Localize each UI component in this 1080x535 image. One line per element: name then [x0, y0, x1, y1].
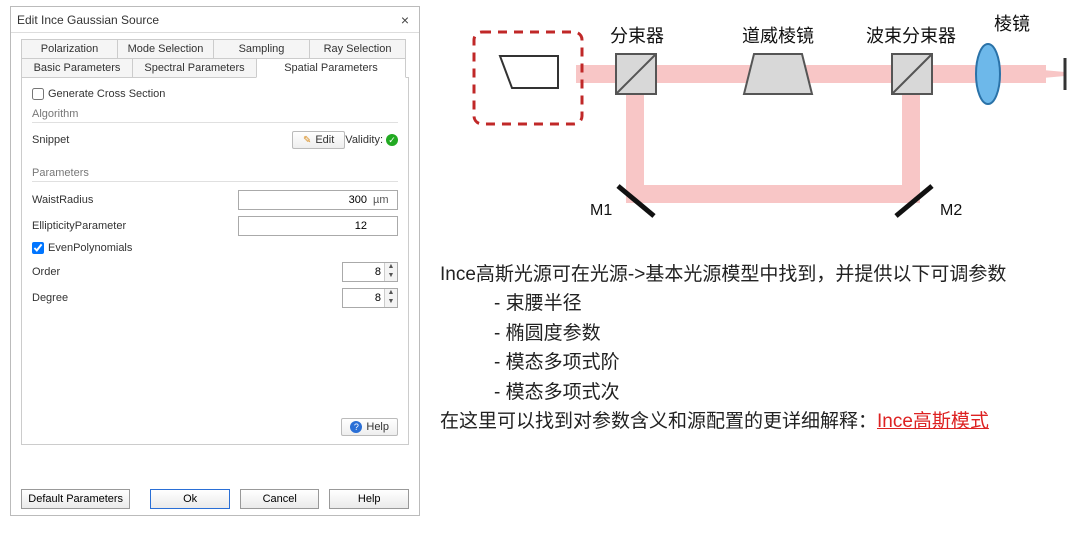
tab-spectral-parameters[interactable]: Spectral Parameters	[132, 58, 257, 78]
even-polynomials-label: EvenPolynomials	[48, 242, 132, 254]
tab-panel: Generate Cross Section Algorithm Snippet…	[21, 77, 409, 445]
tab-mode-selection[interactable]: Mode Selection	[117, 39, 214, 59]
order-label: Order	[32, 266, 187, 278]
waist-radius-unit: µm	[371, 194, 397, 206]
generate-cross-section-checkbox[interactable]: Generate Cross Section	[32, 88, 398, 100]
degree-stepper[interactable]: ▲▼	[342, 288, 398, 308]
tab-ray-selection[interactable]: Ray Selection	[309, 39, 406, 59]
algorithm-group-label: Algorithm	[32, 108, 398, 120]
panel-help-button[interactable]: ? Help	[341, 418, 398, 436]
desc-bullet-3: - 模态多项式阶	[440, 348, 1070, 377]
chevron-down-icon[interactable]: ▼	[385, 298, 397, 307]
pencil-icon: ✎	[303, 135, 311, 146]
chevron-up-icon[interactable]: ▲	[385, 289, 397, 298]
degree-input[interactable]	[343, 292, 384, 304]
generate-cross-section-label: Generate Cross Section	[48, 88, 165, 100]
dialog-title: Edit Ince Gaussian Source	[17, 13, 159, 27]
help-button[interactable]: Help	[329, 489, 409, 509]
waist-radius-label: WaistRadius	[32, 194, 238, 206]
edit-button[interactable]: ✎ Edit	[292, 131, 345, 149]
snippet-label: Snippet	[32, 134, 292, 146]
desc-bullet-1: - 束腰半径	[440, 289, 1070, 318]
ellipticity-label: EllipticityParameter	[32, 220, 238, 232]
default-parameters-button[interactable]: Default Parameters	[21, 489, 130, 509]
check-icon: ✓	[386, 134, 398, 146]
label-prism: 棱镜	[994, 10, 1030, 36]
ince-gaussian-mode-link[interactable]: Ince高斯模式	[877, 411, 989, 432]
label-m2: M2	[940, 202, 962, 220]
tab-sampling[interactable]: Sampling	[213, 39, 310, 59]
tab-spatial-parameters[interactable]: Spatial Parameters	[256, 58, 406, 78]
desc-bullet-4: - 模态多项式次	[440, 378, 1070, 407]
tab-basic-parameters[interactable]: Basic Parameters	[21, 58, 133, 78]
tab-row-2: Basic Parameters Spectral Parameters Spa…	[21, 58, 409, 77]
chevron-down-icon[interactable]: ▼	[385, 272, 397, 281]
dialog-button-bar: Default Parameters Ok Cancel Help	[21, 489, 409, 509]
help-icon: ?	[350, 421, 362, 433]
waist-radius-input[interactable]	[239, 194, 371, 206]
label-beam-splitter: 波束分束器	[866, 22, 956, 48]
parameters-group-label: Parameters	[32, 167, 398, 179]
description-text: Ince高斯光源可在光源->基本光源模型中找到，并提供以下可调参数 - 束腰半径…	[440, 260, 1070, 437]
tab-polarization[interactable]: Polarization	[21, 39, 118, 59]
optical-diagram: 分束器 道威棱镜 波束分束器 棱镜 M1 M2	[440, 10, 1070, 240]
explanation-area: 分束器 道威棱镜 波束分束器 棱镜 M1 M2 Ince高斯光源可在光源->基本…	[440, 10, 1070, 437]
ellipticity-input[interactable]	[239, 220, 371, 232]
tab-row-1: Polarization Mode Selection Sampling Ray…	[21, 39, 409, 58]
degree-label: Degree	[32, 292, 187, 304]
titlebar: Edit Ince Gaussian Source ×	[11, 7, 419, 33]
ellipticity-field[interactable]	[238, 216, 398, 236]
desc-line-1: Ince高斯光源可在光源->基本光源模型中找到，并提供以下可调参数	[440, 260, 1070, 289]
label-dove-prism: 道威棱镜	[742, 22, 814, 48]
even-polynomials-input[interactable]	[32, 242, 44, 254]
desc-line-2: 在这里可以找到对参数含义和源配置的更详细解释：Ince高斯模式	[440, 407, 1070, 436]
label-splitter: 分束器	[610, 22, 664, 48]
desc-bullet-2: - 椭圆度参数	[440, 319, 1070, 348]
order-input[interactable]	[343, 266, 384, 278]
order-stepper[interactable]: ▲▼	[342, 262, 398, 282]
close-icon[interactable]: ×	[397, 12, 413, 28]
waist-radius-field[interactable]: µm	[238, 190, 398, 210]
validity-indicator: Validity: ✓	[345, 134, 398, 146]
dialog-window: Edit Ince Gaussian Source × Polarization…	[10, 6, 420, 516]
chevron-up-icon[interactable]: ▲	[385, 263, 397, 272]
even-polynomials-checkbox[interactable]: EvenPolynomials	[32, 242, 398, 254]
generate-cross-section-input[interactable]	[32, 88, 44, 100]
label-m1: M1	[590, 202, 612, 220]
cancel-button[interactable]: Cancel	[240, 489, 320, 509]
ok-button[interactable]: Ok	[150, 489, 230, 509]
